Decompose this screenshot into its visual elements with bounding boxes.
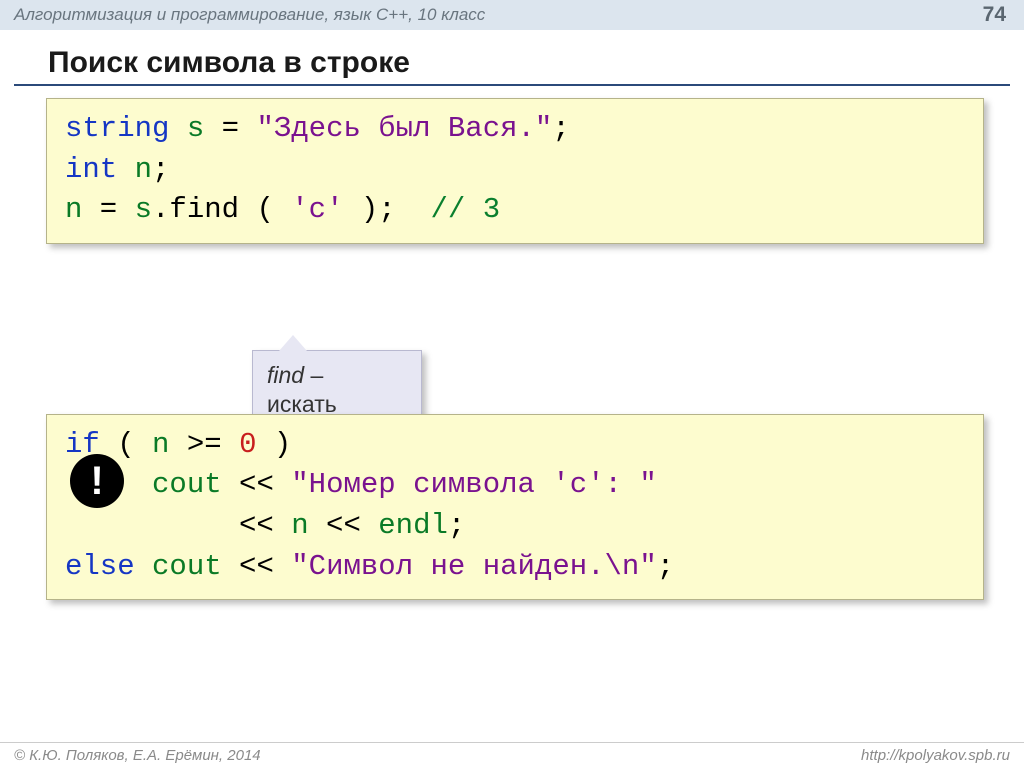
comment: // 3 — [431, 193, 501, 226]
slide-footer: © К.Ю. Поляков, Е.А. Ерёмин, 2014 http:/… — [0, 742, 1024, 768]
kw-else: else — [65, 550, 135, 583]
warning-icon: ! — [70, 454, 124, 508]
slide-content: string s = "Здесь был Вася."; int n; n =… — [0, 98, 1024, 600]
footer-copyright: © К.Ю. Поляков, Е.А. Ерёмин, 2014 — [14, 747, 261, 764]
code-block-1: string s = "Здесь был Вася."; int n; n =… — [46, 98, 984, 244]
string-literal: "Здесь был Вася." — [256, 112, 552, 145]
var-s: s — [187, 112, 204, 145]
code-block-2: if ( n >= 0 ) cout << "Номер символа 'c'… — [46, 414, 984, 600]
kw-int: int — [65, 153, 117, 186]
header-title: Алгоритмизация и программирование, язык … — [14, 5, 485, 25]
footer-url: http://kpolyakov.spb.ru — [861, 747, 1010, 764]
var-n: n — [135, 153, 152, 186]
tooltip-term: find — [267, 362, 304, 388]
slide-title: Поиск символа в строке — [14, 30, 1010, 86]
kw-string: string — [65, 112, 169, 145]
slide-header: Алгоритмизация и программирование, язык … — [0, 0, 1024, 30]
page-number: 74 — [983, 3, 1006, 27]
